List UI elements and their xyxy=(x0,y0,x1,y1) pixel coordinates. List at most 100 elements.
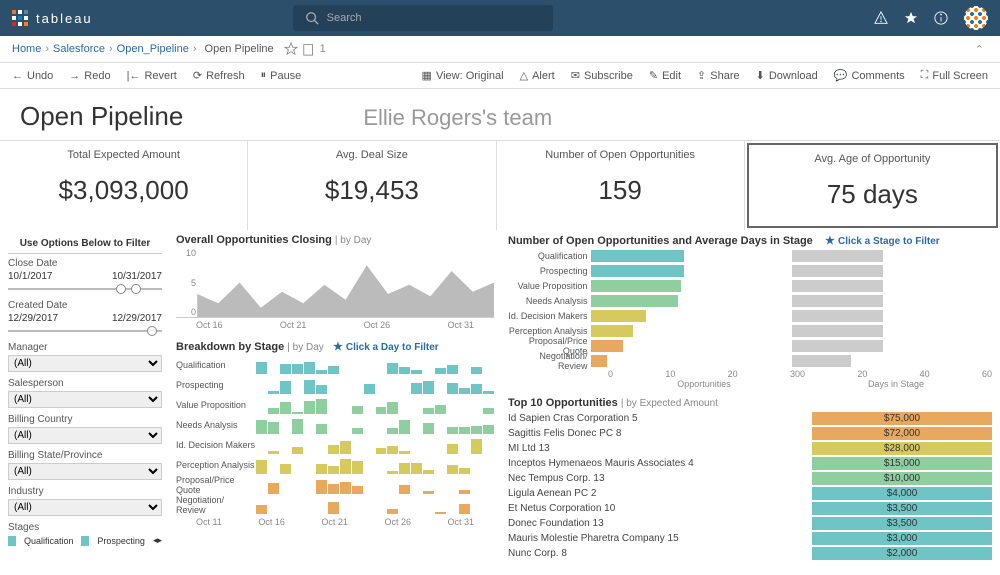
hbar-row[interactable]: Qualification xyxy=(508,249,992,263)
opp-amount: $4,000 xyxy=(812,487,992,500)
alert-button[interactable]: △Alert xyxy=(516,67,559,84)
opp-name: Donec Foundation 13 xyxy=(508,518,812,529)
manager-select[interactable]: (All) xyxy=(8,355,162,372)
created-date-slider[interactable] xyxy=(8,326,162,336)
kpi-card[interactable]: Avg. Age of Opportunity75 days xyxy=(747,143,998,228)
legend-item: Prospecting xyxy=(97,536,145,546)
hbar-row[interactable]: Value Proposition xyxy=(508,279,992,293)
legend-item: Qualification xyxy=(24,536,74,546)
days-bar xyxy=(792,280,884,292)
redo-button[interactable]: →Redo xyxy=(65,68,114,84)
comments-button[interactable]: 💬Comments xyxy=(830,67,909,84)
title-bar: Open Pipeline Ellie Rogers's team xyxy=(0,89,1000,140)
breakdown-stage-row[interactable]: Perception Analysis xyxy=(176,455,494,475)
opps-bar xyxy=(591,280,681,292)
hbar-row[interactable]: Prospecting xyxy=(508,264,992,278)
salesperson-select[interactable]: (All) xyxy=(8,391,162,408)
opp-name: Nunc Corp. 8 xyxy=(508,548,812,559)
pause-button[interactable]: ⏸Pause xyxy=(257,67,306,84)
breadcrumb-salesforce[interactable]: Salesforce xyxy=(53,43,105,55)
info-icon[interactable] xyxy=(934,11,948,25)
breakdown-stage-row[interactable]: Proposal/Price Quote xyxy=(176,475,494,495)
overall-xaxis: Oct 16Oct 21Oct 26Oct 31 xyxy=(176,318,494,336)
legend-scroll-icon[interactable]: ◂▸ xyxy=(153,535,162,546)
opps-bar xyxy=(591,340,623,352)
opp-amount: $3,000 xyxy=(812,532,992,545)
breakdown-stage-row[interactable]: Id. Decision Makers xyxy=(176,435,494,455)
opp-amount: $15,000 xyxy=(812,457,992,470)
tableau-logo[interactable]: tableau xyxy=(12,10,93,26)
filter-header: Use Options Below to Filter xyxy=(8,234,162,254)
top10-row[interactable]: Donec Foundation 13$3,500 xyxy=(508,516,992,531)
opp-name: Sagittis Felis Donec PC 8 xyxy=(508,428,812,439)
page-subtitle: Ellie Rogers's team xyxy=(363,105,552,131)
fullscreen-button[interactable]: ⛶Full Screen xyxy=(917,67,992,84)
kpi-value: $19,453 xyxy=(248,175,495,206)
opps-bar xyxy=(591,355,607,367)
breakdown-stage-row[interactable]: Qualification xyxy=(176,355,494,375)
kpi-label: Avg. Deal Size xyxy=(248,149,495,161)
top10-row[interactable]: Nec Tempus Corp. 13$10,000 xyxy=(508,471,992,486)
open-opps-title: Number of Open Opportunities and Average… xyxy=(508,234,992,247)
search-placeholder: Search xyxy=(327,12,362,24)
top10-row[interactable]: Sagittis Felis Donec PC 8$72,000 xyxy=(508,426,992,441)
axis2-label: Days in Stage xyxy=(800,379,992,389)
hbar-stage-name: Negotiation/ Review xyxy=(508,351,591,371)
share-button[interactable]: ⇪Share xyxy=(693,67,744,84)
user-avatar[interactable] xyxy=(964,6,988,30)
kpi-card[interactable]: Number of Open Opportunities159 xyxy=(497,141,745,230)
right-column: Number of Open Opportunities and Average… xyxy=(500,230,1000,570)
breakdown-filter-link[interactable]: Click a Day to Filter xyxy=(346,342,439,353)
created-date-to: 12/29/2017 xyxy=(112,313,162,324)
top10-row[interactable]: Et Netus Corporation 10$3,500 xyxy=(508,501,992,516)
collapse-icon[interactable]: ⌃ xyxy=(975,43,984,56)
hbar-row[interactable]: Negotiation/ Review xyxy=(508,354,992,368)
hbar-row[interactable]: Needs Analysis xyxy=(508,294,992,308)
opp-name: MI Ltd 13 xyxy=(508,443,812,454)
opp-name: Et Netus Corporation 10 xyxy=(508,503,812,514)
hbar-stage-name: Value Proposition xyxy=(508,281,591,291)
billing-state-label: Billing State/Province xyxy=(8,450,162,461)
breakdown-stage-row[interactable]: Prospecting xyxy=(176,375,494,395)
subscribe-button[interactable]: ✉Subscribe xyxy=(567,67,637,84)
breadcrumb-openpipeline-wb[interactable]: Open_Pipeline xyxy=(117,43,189,55)
favorite-star-icon[interactable] xyxy=(284,42,298,56)
refresh-button[interactable]: ⟳Refresh xyxy=(189,67,249,84)
view-button[interactable]: ▦View: Original xyxy=(418,67,508,84)
hbar-row[interactable]: Id. Decision Makers xyxy=(508,309,992,323)
alert-icon[interactable] xyxy=(874,11,888,25)
top10-row[interactable]: Id Sapien Cras Corporation 5$75,000 xyxy=(508,411,992,426)
breakdown-stage-row[interactable]: Negotiation/ Review xyxy=(176,495,494,515)
star-icon[interactable] xyxy=(904,11,918,25)
top10-row[interactable]: Ligula Aenean PC 2$4,000 xyxy=(508,486,992,501)
top10-row[interactable]: Inceptos Hymenaeos Mauris Associates 4$1… xyxy=(508,456,992,471)
industry-select[interactable]: (All) xyxy=(8,499,162,516)
breadcrumb-current: Open Pipeline xyxy=(205,43,274,55)
open-opps-filter-link[interactable]: Click a Stage to Filter xyxy=(838,236,940,247)
top10-row[interactable]: MI Ltd 13$28,000 xyxy=(508,441,992,456)
breadcrumb-home[interactable]: Home xyxy=(12,43,41,55)
breakdown-stage-row[interactable]: Value Proposition xyxy=(176,395,494,415)
download-button[interactable]: ⬇Download xyxy=(752,67,822,84)
kpi-card[interactable]: Avg. Deal Size $19,453 xyxy=(248,141,496,230)
kpi-card[interactable]: Total Expected Amount$3,093,000 xyxy=(0,141,248,230)
top10-row[interactable]: Mauris Molestie Pharetra Company 15$3,00… xyxy=(508,531,992,546)
search-box[interactable]: Search xyxy=(293,5,553,31)
days-bar xyxy=(792,250,884,262)
days-bar xyxy=(792,340,884,352)
kpi-label: Avg. Age of Opportunity xyxy=(749,153,996,165)
days-bar xyxy=(792,355,851,367)
breakdown-stage-row[interactable]: Needs Analysis xyxy=(176,415,494,435)
stage-name: Qualification xyxy=(176,360,256,370)
undo-button[interactable]: ←Undo xyxy=(8,68,57,84)
overall-area-chart[interactable]: 1050 xyxy=(176,248,494,318)
close-date-slider[interactable] xyxy=(8,284,162,294)
toolbar: ←Undo →Redo |←Revert ⟳Refresh ⏸Pause ▦Vi… xyxy=(0,63,1000,89)
billing-country-select[interactable]: (All) xyxy=(8,427,162,444)
revert-button[interactable]: |←Revert xyxy=(123,68,181,84)
top10-row[interactable]: Nunc Corp. 8$2,000 xyxy=(508,546,992,561)
axis1-label: Opportunities xyxy=(608,379,800,389)
stage-name: Proposal/Price Quote xyxy=(176,475,256,495)
edit-button[interactable]: ✎Edit xyxy=(645,67,685,84)
billing-state-select[interactable]: (All) xyxy=(8,463,162,480)
